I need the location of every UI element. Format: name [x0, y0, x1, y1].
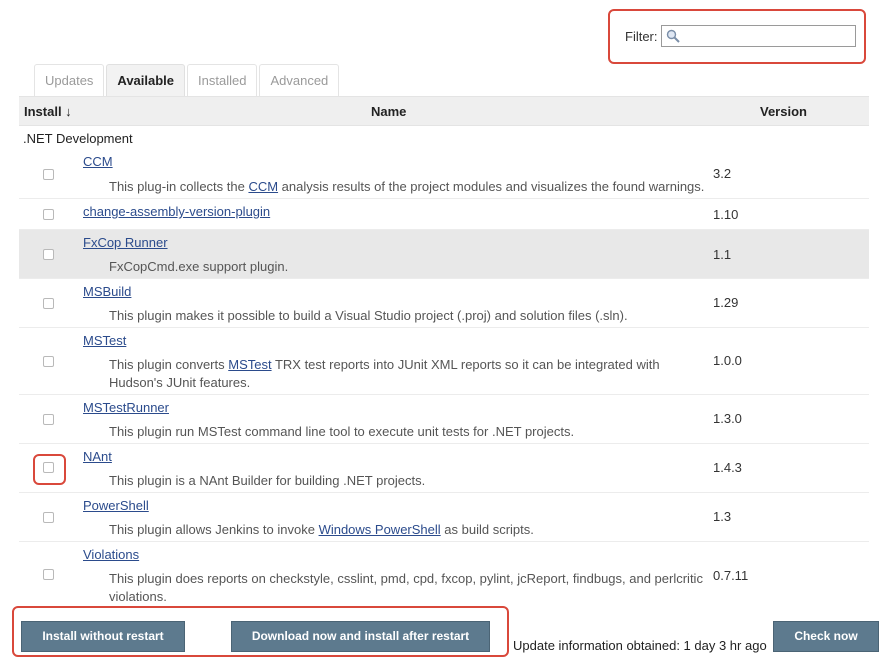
plugin-name-link[interactable]: change-assembly-version-plugin [83, 204, 270, 219]
plugin-description: This plugin converts MSTest TRX test rep… [109, 356, 684, 392]
plugin-row-mstestrunner: MSTestRunner This plugin run MSTest comm… [19, 395, 869, 444]
update-info-text: Update information obtained: 1 day 3 hr … [513, 638, 767, 653]
tab-advanced[interactable]: Advanced [259, 64, 340, 96]
column-header-install[interactable]: Install ↓ [24, 104, 72, 119]
plugin-description: FxCopCmd.exe support plugin. [109, 259, 289, 274]
plugin-version: 1.4.3 [713, 460, 742, 475]
install-checkbox[interactable] [43, 462, 54, 473]
plugin-version: 3.2 [713, 166, 732, 181]
filter-label: Filter: [625, 29, 658, 44]
plugin-row-violations: Violations This plugin does reports on c… [19, 542, 869, 604]
plugin-description: This plugin run MSTest command line tool… [109, 424, 575, 439]
table-header: Install ↓ Name Version [19, 96, 869, 126]
plugin-row-fxcop-runner: FxCop Runner FxCopCmd.exe support plugin… [19, 230, 869, 279]
description-link[interactable]: MSTest [228, 357, 271, 372]
plugin-version: 1.10 [713, 207, 739, 222]
filter-field[interactable] [661, 25, 856, 47]
install-checkbox[interactable] [43, 512, 54, 523]
tab-installed[interactable]: Installed [187, 64, 258, 96]
plugin-row-ccm: CCM This plug-in collects the CCM analys… [19, 149, 869, 199]
tab-available[interactable]: Available [106, 64, 186, 96]
filter-input[interactable] [662, 26, 855, 46]
tab-bar: Updates Available Installed Advanced [34, 64, 341, 96]
install-without-restart-button[interactable]: Install without restart [21, 621, 185, 652]
plugin-name-link[interactable]: MSTestRunner [83, 400, 169, 415]
search-icon [666, 29, 680, 43]
install-checkbox[interactable] [43, 298, 54, 309]
plugin-description: This plugin allows Jenkins to invoke Win… [109, 521, 534, 539]
install-checkbox[interactable] [43, 209, 54, 220]
description-text: analysis results of the project modules … [278, 179, 705, 194]
description-link[interactable]: Windows PowerShell [319, 522, 441, 537]
column-header-name[interactable]: Name [371, 104, 406, 119]
plugin-row-mstest: MSTest This plugin converts MSTest TRX t… [19, 328, 869, 395]
plugin-name-link[interactable]: Violations [83, 547, 139, 562]
plugin-description: This plug-in collects the CCM analysis r… [109, 178, 704, 196]
category-heading: .NET Development [23, 131, 133, 146]
plugin-name-link[interactable]: FxCop Runner [83, 235, 168, 250]
plugin-version: 1.3.0 [713, 411, 742, 426]
description-link[interactable]: CCM [248, 179, 278, 194]
description-text: as build scripts. [440, 522, 534, 537]
download-install-after-restart-button[interactable]: Download now and install after restart [231, 621, 490, 652]
install-checkbox[interactable] [43, 569, 54, 580]
plugin-description: This plugin makes it possible to build a… [109, 308, 628, 323]
check-now-button[interactable]: Check now [773, 621, 879, 652]
install-checkbox[interactable] [43, 169, 54, 180]
description-text: This plug-in collects the [109, 179, 249, 194]
install-checkbox[interactable] [43, 356, 54, 367]
plugin-version: 0.7.11 [713, 568, 749, 583]
description-text: This plugin allows Jenkins to invoke [109, 522, 319, 537]
plugin-version: 1.3 [713, 509, 732, 524]
plugin-description: This plugin is a NAnt Builder for buildi… [109, 473, 426, 488]
description-text: This plugin converts [109, 357, 229, 372]
plugin-row-powershell: PowerShell This plugin allows Jenkins to… [19, 493, 869, 542]
plugin-name-link[interactable]: MSTest [83, 333, 126, 348]
install-checkbox[interactable] [43, 414, 54, 425]
plugin-name-link[interactable]: CCM [83, 154, 113, 169]
plugin-version: 1.1 [713, 247, 732, 262]
plugin-row-change-assembly-version: change-assembly-version-plugin 1.10 [19, 199, 869, 230]
plugin-row-msbuild: MSBuild This plugin makes it possible to… [19, 279, 869, 328]
tab-updates[interactable]: Updates [34, 64, 105, 96]
column-header-version[interactable]: Version [760, 104, 807, 119]
plugin-version: 1.29 [713, 295, 739, 310]
install-checkbox[interactable] [43, 249, 54, 260]
plugin-name-link[interactable]: NAnt [83, 449, 112, 464]
plugin-name-link[interactable]: PowerShell [83, 498, 149, 513]
plugin-description: This plugin does reports on checkstyle, … [109, 571, 703, 604]
plugin-name-link[interactable]: MSBuild [83, 284, 131, 299]
plugin-version: 1.0.0 [713, 353, 742, 368]
plugin-row-nant: NAnt This plugin is a NAnt Builder for b… [19, 444, 869, 493]
